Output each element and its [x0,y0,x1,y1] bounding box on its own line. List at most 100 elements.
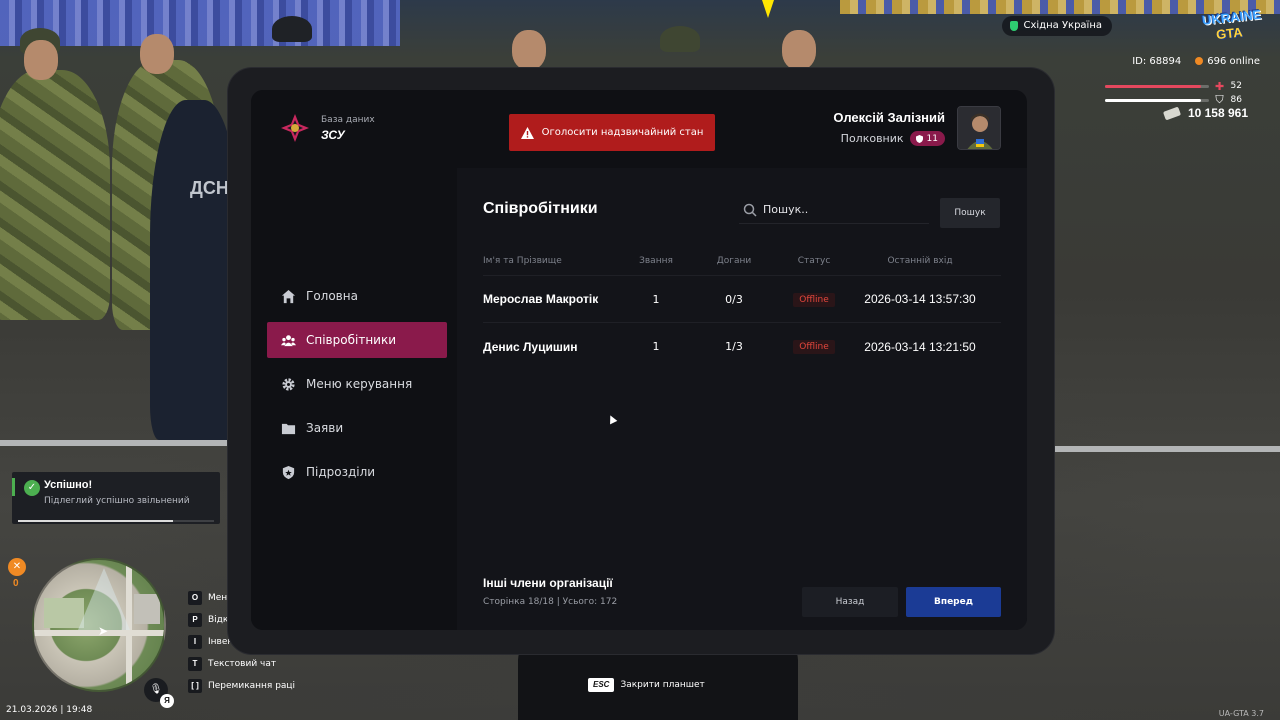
sidebar-item-employees[interactable]: Співробітники [267,322,447,358]
minimap: ➤ [32,558,166,692]
user-info: Олексій Залізний Полковник 11 [833,110,945,146]
voice-key: Я [160,694,174,708]
armor-bar [1104,98,1209,102]
check-icon: ✓ [24,480,40,496]
rank-level-badge: 11 [909,131,945,146]
keybind-row: [ ] Перемикання раці [188,678,295,693]
notification-title: Успішно! [44,479,93,491]
rescuer [150,100,240,440]
waypoint-marker [762,0,774,18]
employee-rank: 1 [652,292,660,306]
user-rank-row: Полковник 11 [833,131,945,146]
player-info: ID: 68894 696 online [1132,56,1260,67]
warning-icon [520,126,534,139]
user-name: Олексій Залізний [833,110,945,125]
shield-icon [282,465,295,479]
sidebar: База даних ЗСУ Головна Співробітники Мен… [251,90,457,630]
employee-name: Денис Луцишин [483,339,578,354]
rank-shield-icon [915,134,923,143]
region-indicator: Східна Україна [1001,16,1112,36]
sidebar-item-divisions[interactable]: Підрозділи [267,454,447,490]
armor-shield-icon: ⛉ [1215,93,1224,106]
soldier-helmet [660,26,700,52]
armor-stat: ⛉ 86 [1104,93,1242,106]
close-tablet-hint: ESC Закрити планшет [588,678,705,692]
armor-bar-fill [1104,98,1202,102]
users-icon [281,334,296,346]
employee-rank: 1 [652,340,660,353]
keybind-key: [ ] [188,678,202,693]
health-icon: ✚ [1214,79,1225,93]
keybind-key: O [188,590,202,605]
declare-emergency-label: Оголосити надзвичайний стан [541,127,704,138]
sidebar-nav: Головна Співробітники Меню керування Зая… [267,278,447,498]
employee-name: Мерослав Макротік [483,292,599,306]
online-dot-icon [1195,57,1204,65]
date-time: 21.03.2026 | 19:48 [6,705,93,715]
health-stat: ✚ 52 [1104,79,1242,93]
keybind-label: Відк [208,614,229,625]
keybind-key: T [188,656,202,671]
brand-text: База даних ЗСУ [321,115,375,142]
employee-reprimands: 0/3 [725,292,743,306]
table-row[interactable]: Денис Луцишин 1 1/3 Offline 2026-03-14 1… [483,323,1001,370]
notification-message: Підлеглий успішно звільнений [44,496,190,506]
home-icon [281,289,296,303]
column-header-rank: Звання [639,255,673,266]
sidebar-item-control-menu[interactable]: Меню керування [267,366,447,402]
page-title: Співробітники [483,200,598,217]
shield-icon [1009,21,1018,31]
column-header-reprimands: Догани [716,255,752,266]
back-button[interactable]: Назад [802,587,898,617]
search-button[interactable]: Пошук [940,198,1000,228]
sidebar-item-label: Заяви [306,421,344,435]
pagination-info: Інші члени організації Сторінка 18/18 | … [483,576,617,607]
player-arrow-icon: ➤ [98,624,109,638]
online-count: 696 online [1207,56,1260,67]
notification-stripe [12,478,15,496]
brand-subtitle: База даних [321,114,375,125]
search-input[interactable] [763,203,913,216]
brand-title: ЗСУ [321,127,345,142]
employee-status-cell: Offline [789,339,839,354]
money-amount: 10 158 961 [1187,106,1248,120]
sidebar-item-applications[interactable]: Заяви [267,410,447,446]
health-value: 52 [1230,81,1242,91]
user-rank: Полковник [840,132,904,145]
declare-emergency-button[interactable]: Оголосити надзвичайний стан [509,114,715,151]
soldier-head [512,30,546,70]
esc-key: ESC [588,678,615,692]
soldier-head [140,34,174,74]
online-count-wrap: 696 online [1195,56,1260,67]
esc-label: Закрити планшет [620,680,705,690]
tablet-frame: База даних ЗСУ Головна Співробітники Мен… [228,68,1054,654]
sidebar-item-home[interactable]: Головна [267,278,447,314]
rank-level: 11 [926,133,938,144]
flowerbed [0,0,400,46]
version-label: UA-GTA 3.7 [1218,709,1264,718]
server-logo: UKRAINE GTA [1201,7,1261,42]
sidebar-item-label: Співробітники [306,333,397,347]
status-badge: Offline [793,292,835,307]
folder-icon [281,423,296,434]
soldier-head [24,40,58,80]
avatar-image [958,107,1000,149]
road-marking [1054,446,1280,452]
table-row[interactable]: Мерослав Макротік 1 0/3 Offline 2026-03-… [483,276,1001,323]
hunger-value: 0 [13,578,19,589]
keybind-key: I [188,634,202,649]
next-button[interactable]: Вперед [906,587,1001,617]
column-header-status: Статус [797,255,831,266]
sidebar-item-label: Головна [306,289,358,303]
sidebar-item-label: Меню керування [306,377,413,391]
hunger-icon: ✕ [8,558,26,576]
status-badge: Offline [793,340,835,354]
minimap-view-cone [78,568,130,630]
table-header: Ім'я та Прізвище Звання Догани Статус Ос… [483,246,1001,276]
brand: База даних ЗСУ [279,112,375,144]
emblem-icon [281,114,309,142]
search-box [739,196,929,224]
column-header-name: Ім'я та Прізвище [483,255,562,266]
keybind-label: Текстовий чат [208,658,277,669]
employees-table: Ім'я та Прізвище Звання Догани Статус Ос… [483,246,1001,370]
